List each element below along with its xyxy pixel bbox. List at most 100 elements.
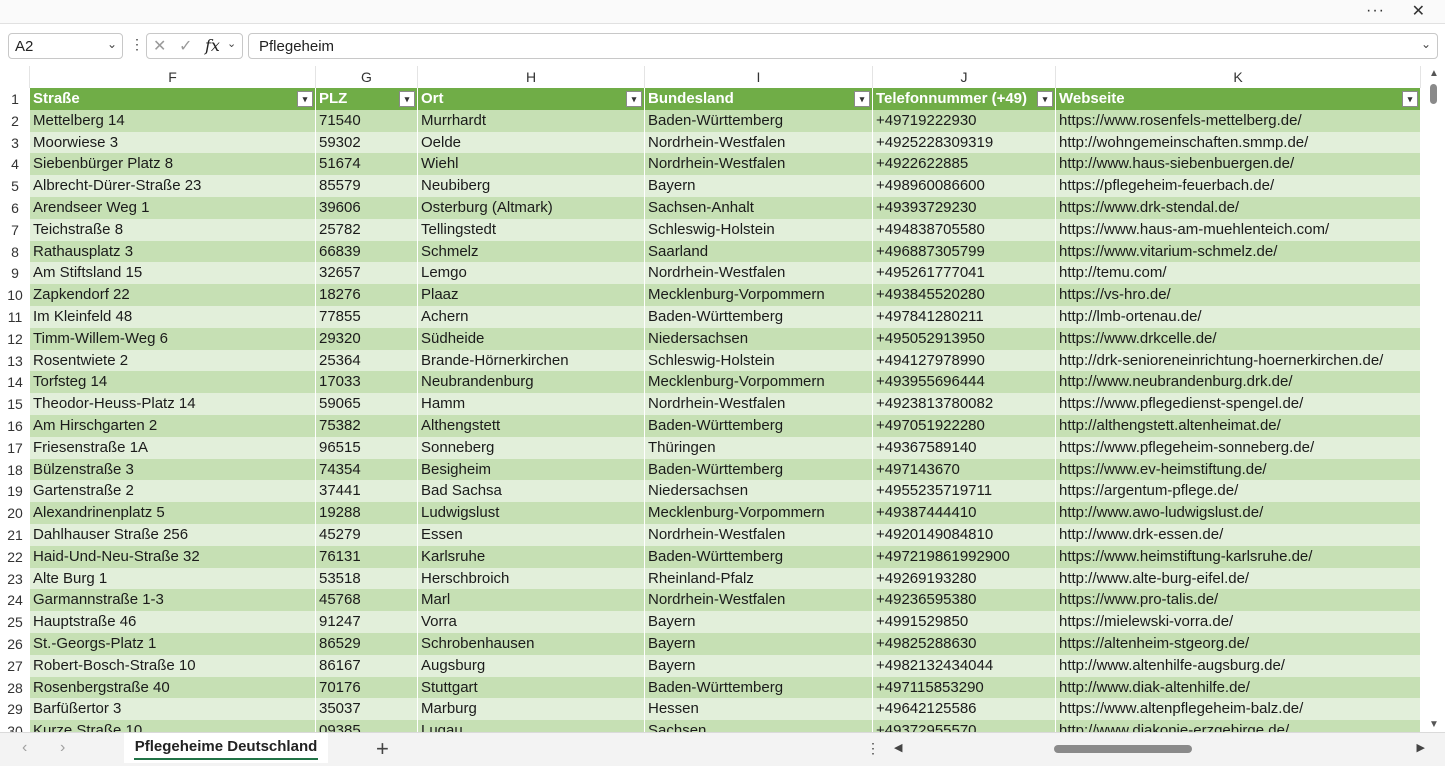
cell-bundesland[interactable]: Baden-Württemberg bbox=[645, 545, 873, 568]
scroll-right-icon[interactable]: ▶ bbox=[1417, 741, 1425, 754]
row-number[interactable]: 18 bbox=[0, 458, 30, 481]
cell-strasse[interactable]: Albrecht-Dürer-Straße 23 bbox=[30, 175, 316, 197]
cell-bundesland[interactable]: Saarland bbox=[645, 240, 873, 263]
cell-telefon[interactable]: +49387444410 bbox=[873, 502, 1056, 524]
cell-strasse[interactable]: Gartenstraße 2 bbox=[30, 480, 316, 503]
cell-telefon[interactable]: +496887305799 bbox=[873, 240, 1056, 263]
cell-bundesland[interactable]: Bayern bbox=[645, 633, 873, 655]
cell-bundesland[interactable]: Nordrhein-Westfalen bbox=[645, 153, 873, 176]
cell-bundesland[interactable]: Rheinland-Pfalz bbox=[645, 567, 873, 590]
vertical-dots-icon[interactable]: ⋮ bbox=[866, 740, 880, 757]
cell-bundesland[interactable]: Mecklenburg-Vorpommern bbox=[645, 502, 873, 524]
cell-telefon[interactable]: +495052913950 bbox=[873, 327, 1056, 350]
cell-strasse[interactable]: Moorwiese 3 bbox=[30, 131, 316, 154]
cell-webseite[interactable]: http://wohngemeinschaften.smmp.de/ bbox=[1056, 131, 1421, 154]
cell-ort[interactable]: Tellingstedt bbox=[418, 218, 645, 241]
filter-dropdown-icon[interactable]: ▾ bbox=[297, 91, 313, 107]
cell-telefon[interactable]: +4982132434044 bbox=[873, 654, 1056, 677]
row-number[interactable]: 2 bbox=[0, 109, 30, 132]
cell-bundesland[interactable]: Baden-Württemberg bbox=[645, 676, 873, 699]
cell-plz[interactable]: 45768 bbox=[316, 589, 418, 612]
cell-bundesland[interactable]: Nordrhein-Westfalen bbox=[645, 524, 873, 546]
row-number[interactable]: 9 bbox=[0, 262, 30, 285]
row-number[interactable]: 21 bbox=[0, 524, 30, 546]
cell-webseite[interactable]: https://www.pro-talis.de/ bbox=[1056, 589, 1421, 612]
cell-plz[interactable]: 09385 bbox=[316, 720, 418, 732]
cell-strasse[interactable]: Garmannstraße 1-3 bbox=[30, 589, 316, 612]
cell-bundesland[interactable]: Nordrhein-Westfalen bbox=[645, 131, 873, 154]
cell-webseite[interactable]: https://www.altenpflegeheim-balz.de/ bbox=[1056, 698, 1421, 721]
cell-telefon[interactable]: +49269193280 bbox=[873, 567, 1056, 590]
cell-strasse[interactable]: Siebenbürger Platz 8 bbox=[30, 153, 316, 176]
cell-plz[interactable]: 85579 bbox=[316, 175, 418, 197]
cell-telefon[interactable]: +49393729230 bbox=[873, 197, 1056, 219]
name-box[interactable]: A2 ⌄ bbox=[8, 33, 123, 59]
cell-webseite[interactable]: http://www.diakonie-erzgebirge.de/ bbox=[1056, 720, 1421, 732]
cell-plz[interactable]: 32657 bbox=[316, 262, 418, 285]
close-icon[interactable]: ✕ bbox=[1412, 1, 1425, 21]
cell-ort[interactable]: Ludwigslust bbox=[418, 502, 645, 524]
cell-webseite[interactable]: https://www.haus-am-muehlenteich.com/ bbox=[1056, 218, 1421, 241]
cell-telefon[interactable]: +49642125586 bbox=[873, 698, 1056, 721]
filter-dropdown-icon[interactable]: ▾ bbox=[1402, 91, 1418, 107]
cell-bundesland[interactable]: Baden-Württemberg bbox=[645, 415, 873, 437]
enter-icon[interactable]: ✓ bbox=[179, 36, 192, 56]
cell-ort[interactable]: Lemgo bbox=[418, 262, 645, 285]
cell-telefon[interactable]: +498960086600 bbox=[873, 175, 1056, 197]
cell-plz[interactable]: 75382 bbox=[316, 415, 418, 437]
header-cell-strasse[interactable]: Straße ▾ bbox=[30, 88, 316, 110]
cell-plz[interactable]: 76131 bbox=[316, 545, 418, 568]
header-cell-webseite[interactable]: Webseite ▾ bbox=[1056, 88, 1421, 110]
cell-telefon[interactable]: +4920149084810 bbox=[873, 524, 1056, 546]
cell-plz[interactable]: 25782 bbox=[316, 218, 418, 241]
cell-plz[interactable]: 74354 bbox=[316, 458, 418, 481]
row-number[interactable]: 3 bbox=[0, 131, 30, 154]
cell-telefon[interactable]: +4925228309319 bbox=[873, 131, 1056, 154]
cell-webseite[interactable]: http://www.haus-siebenbuergen.de/ bbox=[1056, 153, 1421, 176]
cell-telefon[interactable]: +494838705580 bbox=[873, 218, 1056, 241]
cell-bundesland[interactable]: Sachsen-Anhalt bbox=[645, 197, 873, 219]
cell-webseite[interactable]: https://www.pflegedienst-spengel.de/ bbox=[1056, 393, 1421, 415]
cell-ort[interactable]: Schmelz bbox=[418, 240, 645, 263]
cell-plz[interactable]: 71540 bbox=[316, 109, 418, 132]
column-header-j[interactable]: J bbox=[873, 66, 1056, 88]
row-number[interactable]: 23 bbox=[0, 567, 30, 590]
cell-ort[interactable]: Augsburg bbox=[418, 654, 645, 677]
row-number[interactable]: 12 bbox=[0, 327, 30, 350]
cell-telefon[interactable]: +495261777041 bbox=[873, 262, 1056, 285]
cell-telefon[interactable]: +4991529850 bbox=[873, 611, 1056, 633]
cell-ort[interactable]: Neubiberg bbox=[418, 175, 645, 197]
cell-bundesland[interactable]: Baden-Württemberg bbox=[645, 306, 873, 328]
row-number[interactable]: 4 bbox=[0, 153, 30, 176]
cell-ort[interactable]: Essen bbox=[418, 524, 645, 546]
cell-strasse[interactable]: Zapkendorf 22 bbox=[30, 284, 316, 306]
scroll-left-icon[interactable]: ◀ bbox=[894, 741, 902, 754]
row-number[interactable]: 26 bbox=[0, 633, 30, 655]
cell-plz[interactable]: 59065 bbox=[316, 393, 418, 415]
row-number[interactable]: 13 bbox=[0, 349, 30, 372]
cell-strasse[interactable]: Teichstraße 8 bbox=[30, 218, 316, 241]
cell-bundesland[interactable]: Schleswig-Holstein bbox=[645, 218, 873, 241]
cell-strasse[interactable]: Alte Burg 1 bbox=[30, 567, 316, 590]
cell-bundesland[interactable]: Mecklenburg-Vorpommern bbox=[645, 371, 873, 394]
cell-strasse[interactable]: Hauptstraße 46 bbox=[30, 611, 316, 633]
chevron-down-icon[interactable]: ⌄ bbox=[227, 37, 236, 50]
cell-webseite[interactable]: http://www.neubrandenburg.drk.de/ bbox=[1056, 371, 1421, 394]
row-number[interactable]: 6 bbox=[0, 197, 30, 219]
cell-webseite[interactable]: https://altenheim-stgeorg.de/ bbox=[1056, 633, 1421, 655]
cell-telefon[interactable]: +497051922280 bbox=[873, 415, 1056, 437]
cell-plz[interactable]: 86167 bbox=[316, 654, 418, 677]
cell-bundesland[interactable]: Bayern bbox=[645, 654, 873, 677]
cell-strasse[interactable]: Mettelberg 14 bbox=[30, 109, 316, 132]
cell-plz[interactable]: 70176 bbox=[316, 676, 418, 699]
scrollbar-thumb[interactable] bbox=[1054, 745, 1192, 753]
cell-ort[interactable]: Plaaz bbox=[418, 284, 645, 306]
cell-bundesland[interactable]: Baden-Württemberg bbox=[645, 109, 873, 132]
cell-bundesland[interactable]: Nordrhein-Westfalen bbox=[645, 393, 873, 415]
cell-ort[interactable]: Hamm bbox=[418, 393, 645, 415]
cell-strasse[interactable]: Dahlhauser Straße 256 bbox=[30, 524, 316, 546]
cell-telefon[interactable]: +49367589140 bbox=[873, 436, 1056, 459]
scrollbar-thumb[interactable] bbox=[1430, 84, 1437, 104]
cell-webseite[interactable]: http://www.altenhilfe-augsburg.de/ bbox=[1056, 654, 1421, 677]
cell-webseite[interactable]: http://www.drk-essen.de/ bbox=[1056, 524, 1421, 546]
